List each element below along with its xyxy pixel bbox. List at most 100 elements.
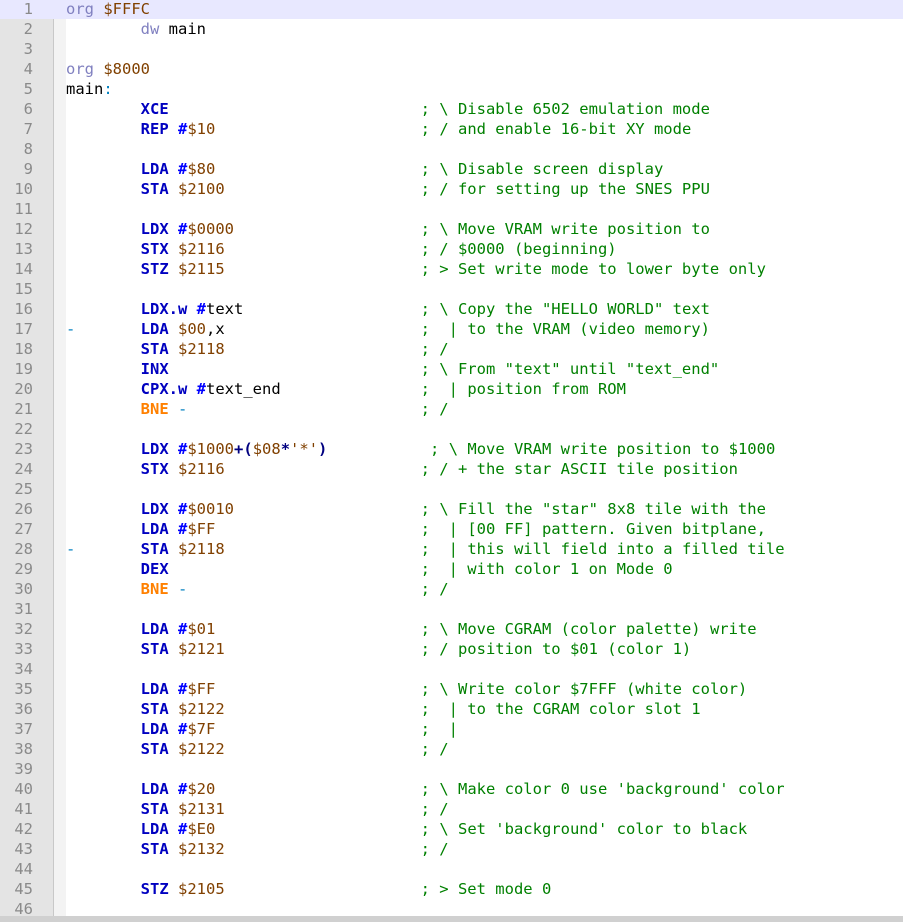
code-token: ; / [420,580,449,598]
code-line[interactable]: 14 STZ $2115 ; > Set write mode to lower… [0,259,903,279]
code-text: LDX #$1000+($08*'*') ; \ Move VRAM write… [66,439,776,459]
code-line[interactable]: 23 LDX #$1000+($08*'*') ; \ Move VRAM wr… [0,439,903,459]
code-token: $2118 [178,340,225,358]
code-line[interactable]: 12 LDX #$0000 ; \ Move VRAM write positi… [0,219,903,239]
code-line[interactable]: 34 [0,659,903,679]
code-line[interactable]: 5 main: [0,79,903,99]
code-line[interactable]: 30 BNE - ; / [0,579,903,599]
code-text: DEX ; | with color 1 on Mode 0 [66,559,673,579]
code-editor[interactable]: 1 org $FFFC 2 dw main 3 4 org $8000 5 main: 6 XC… [0,0,903,922]
code-lines[interactable]: 1 org $FFFC 2 dw main 3 4 org $8000 5 main: 6 XC… [0,0,903,919]
code-line[interactable]: 29 DEX ; | with color 1 on Mode 0 [0,559,903,579]
code-token: $2118 [178,540,225,558]
code-token: dw [140,20,160,38]
code-line[interactable]: 45 STZ $2105 ; > Set mode 0 [0,879,903,899]
code-token: LDA [140,160,169,178]
code-line[interactable]: 9 LDA #$80 ; \ Disable screen display [0,159,903,179]
code-line[interactable]: 10 STA $2100 ; / for setting up the SNES… [0,179,903,199]
code-token: ; / for setting up the SNES PPU [420,180,710,198]
code-line[interactable]: 42 LDA #$E0 ; \ Set 'background' color t… [0,819,903,839]
code-token: ; \ Move VRAM write position to $1000 [430,440,776,458]
code-token: : [103,80,113,98]
code-line[interactable]: 7 REP #$10 ; / and enable 16-bit XY mode [0,119,903,139]
line-number: 36 [14,700,33,718]
code-line[interactable]: 2 dw main [0,19,903,39]
code-line[interactable]: 8 [0,139,903,159]
line-number: 2 [23,20,33,38]
code-line[interactable]: 37 LDA #$7F ; | [0,719,903,739]
line-number: 8 [23,140,33,158]
code-line[interactable]: 41 STA $2131 ; / [0,799,903,819]
code-line[interactable]: 3 [0,39,903,59]
code-line[interactable]: 25 [0,479,903,499]
code-token: $20 [187,780,216,798]
code-text: LDA #$FF ; | [00 FF] pattern. Given bitp… [66,519,766,539]
code-line[interactable]: 28 - STA $2118 ; | this will field into a… [0,539,903,559]
code-line[interactable]: 13 STX $2116 ; / $0000 (beginning) [0,239,903,259]
code-line[interactable]: 21 BNE - ; / [0,399,903,419]
code-line[interactable]: 39 [0,759,903,779]
code-token: $10 [187,120,216,138]
code-token: ; \ From "text" until "text_end" [420,360,720,378]
code-line[interactable]: 35 LDA #$FF ; \ Write color $7FFF (white… [0,679,903,699]
line-number: 41 [14,800,33,818]
horizontal-scrollbar[interactable] [0,916,903,922]
code-line[interactable]: 43 STA $2132 ; / [0,839,903,859]
code-line[interactable]: 27 LDA #$FF ; | [00 FF] pattern. Given b… [0,519,903,539]
code-line[interactable]: 22 [0,419,903,439]
code-token: $1000 [187,440,235,458]
code-line[interactable]: 33 STA $2121 ; / position to $01 (color … [0,639,903,659]
code-line[interactable]: 18 STA $2118 ; / [0,339,903,359]
code-line[interactable]: 26 LDX #$0010 ; \ Fill the "star" 8x8 ti… [0,499,903,519]
code-line[interactable]: 32 LDA #$01 ; \ Move CGRAM (color palett… [0,619,903,639]
code-line[interactable]: 19 INX ; \ From "text" until "text_end" [0,359,903,379]
code-line[interactable]: 16 LDX.w #text ; \ Copy the "HELLO WORLD… [0,299,903,319]
code-token: $80 [187,160,216,178]
code-token: INX [140,360,169,378]
code-line[interactable]: 36 STA $2122 ; | to the CGRAM color slot… [0,699,903,719]
code-line[interactable]: 20 CPX.w #text_end ; | position from ROM [0,379,903,399]
code-line[interactable]: 44 [0,859,903,879]
code-token: $2122 [178,740,225,758]
code-token: ; | to the CGRAM color slot 1 [420,700,701,718]
code-token: LDX.w [140,300,188,318]
line-number: 1 [23,0,33,18]
code-token: ; | [420,720,458,738]
code-token: org [66,60,104,78]
code-line[interactable]: 24 STX $2116 ; / + the star ASCII tile p… [0,459,903,479]
code-token: ; / [420,400,449,418]
code-line[interactable]: 6 XCE ; \ Disable 6502 emulation mode [0,99,903,119]
code-token: - [178,400,188,418]
code-line[interactable]: 11 [0,199,903,219]
code-line[interactable]: 17 - LDA $00,x ; | to the VRAM (video mem… [0,319,903,339]
code-line[interactable]: 31 [0,599,903,619]
code-line[interactable]: 15 [0,279,903,299]
code-line[interactable]: 40 LDA #$20 ; \ Make color 0 use 'backgr… [0,779,903,799]
line-number: 14 [14,260,33,278]
code-line[interactable]: 4 org $8000 [0,59,903,79]
code-line[interactable]: 1 org $FFFC [0,0,903,19]
code-token: ; \ Make color 0 use 'background' color [420,780,785,798]
code-token: LDA [140,820,169,838]
code-token: STA [140,740,169,758]
code-line[interactable]: 38 STA $2122 ; / [0,739,903,759]
line-number: 25 [14,480,33,498]
